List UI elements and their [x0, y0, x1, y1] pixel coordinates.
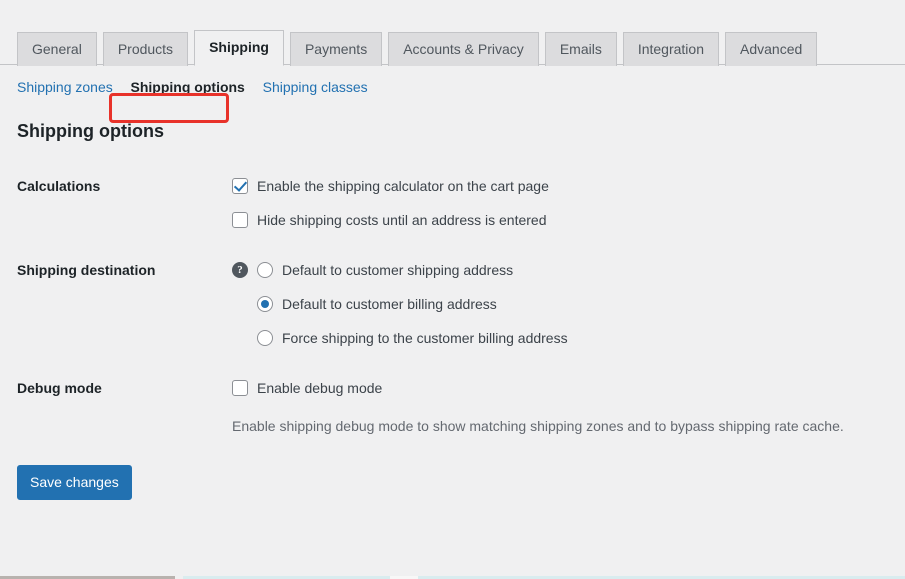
settings-row-debug-mode: Debug mode Enable debug mode Enable ship…: [0, 366, 905, 454]
shipping-subnav: Shipping zones Shipping options Shipping…: [0, 65, 905, 98]
label-force-billing-address[interactable]: Force shipping to the customer billing a…: [282, 328, 568, 348]
option-enable-debug-mode[interactable]: Enable debug mode: [232, 378, 895, 398]
tab-general[interactable]: General: [17, 32, 97, 66]
subnav-shipping-options[interactable]: Shipping options: [131, 77, 245, 97]
tab-shipping[interactable]: Shipping: [194, 30, 284, 66]
option-default-billing-address[interactable]: Default to customer billing address: [257, 294, 895, 314]
label-default-billing-address[interactable]: Default to customer billing address: [282, 294, 497, 314]
settings-tabs: General Products Shipping Payments Accou…: [17, 27, 905, 66]
settings-row-shipping-destination: Shipping destination ? Default to custom…: [0, 248, 905, 366]
tab-integration[interactable]: Integration: [622, 32, 719, 66]
tab-advanced[interactable]: Advanced: [725, 32, 818, 66]
radio-force-billing-address[interactable]: [257, 330, 273, 347]
subnav-separator-1: [113, 77, 131, 97]
radio-default-shipping-address[interactable]: [257, 262, 273, 279]
save-changes-button[interactable]: Save changes: [17, 465, 132, 501]
settings-tab-bar: General Products Shipping Payments Accou…: [0, 27, 905, 66]
subnav-shipping-classes[interactable]: Shipping classes: [263, 77, 368, 97]
shipping-options-form: Calculations Enable the shipping calcula…: [0, 164, 905, 454]
tab-accounts-privacy[interactable]: Accounts & Privacy: [388, 32, 539, 66]
submit-area: Save changes: [0, 465, 905, 501]
option-enable-shipping-calculator[interactable]: Enable the shipping calculator on the ca…: [232, 176, 895, 196]
field-calculations: Enable the shipping calculator on the ca…: [232, 164, 905, 248]
page-title: Shipping options: [17, 121, 164, 141]
label-debug-mode: Debug mode: [17, 380, 102, 397]
label-default-shipping-address[interactable]: Default to customer shipping address: [282, 260, 513, 280]
option-default-shipping-address[interactable]: ? Default to customer shipping address: [232, 260, 895, 280]
checkbox-enable-shipping-calculator[interactable]: [232, 178, 248, 195]
option-hide-shipping-costs[interactable]: Hide shipping costs until an address is …: [232, 210, 895, 230]
tab-emails[interactable]: Emails: [544, 32, 617, 66]
checkbox-enable-debug-mode[interactable]: [232, 380, 248, 397]
label-enable-shipping-calculator[interactable]: Enable the shipping calculator on the ca…: [257, 176, 549, 196]
subnav-shipping-zones[interactable]: Shipping zones: [17, 77, 113, 97]
subnav-separator-2: [245, 77, 263, 97]
debug-mode-description: Enable shipping debug mode to show match…: [232, 418, 844, 435]
field-shipping-destination: ? Default to customer shipping address D…: [232, 248, 905, 366]
checkbox-hide-shipping-costs[interactable]: [232, 212, 248, 229]
tab-products[interactable]: Products: [102, 32, 189, 66]
label-enable-debug-mode[interactable]: Enable debug mode: [257, 378, 382, 398]
tab-payments[interactable]: Payments: [289, 32, 383, 66]
option-force-billing-address[interactable]: Force shipping to the customer billing a…: [257, 328, 895, 348]
radio-default-billing-address[interactable]: [257, 296, 273, 313]
label-hide-shipping-costs[interactable]: Hide shipping costs until an address is …: [257, 210, 547, 230]
help-icon[interactable]: ?: [232, 262, 248, 279]
field-debug-mode: Enable debug mode Enable shipping debug …: [232, 366, 905, 454]
settings-row-calculations: Calculations Enable the shipping calcula…: [0, 164, 905, 248]
label-shipping-destination: Shipping destination: [17, 262, 156, 279]
label-calculations: Calculations: [17, 178, 101, 195]
